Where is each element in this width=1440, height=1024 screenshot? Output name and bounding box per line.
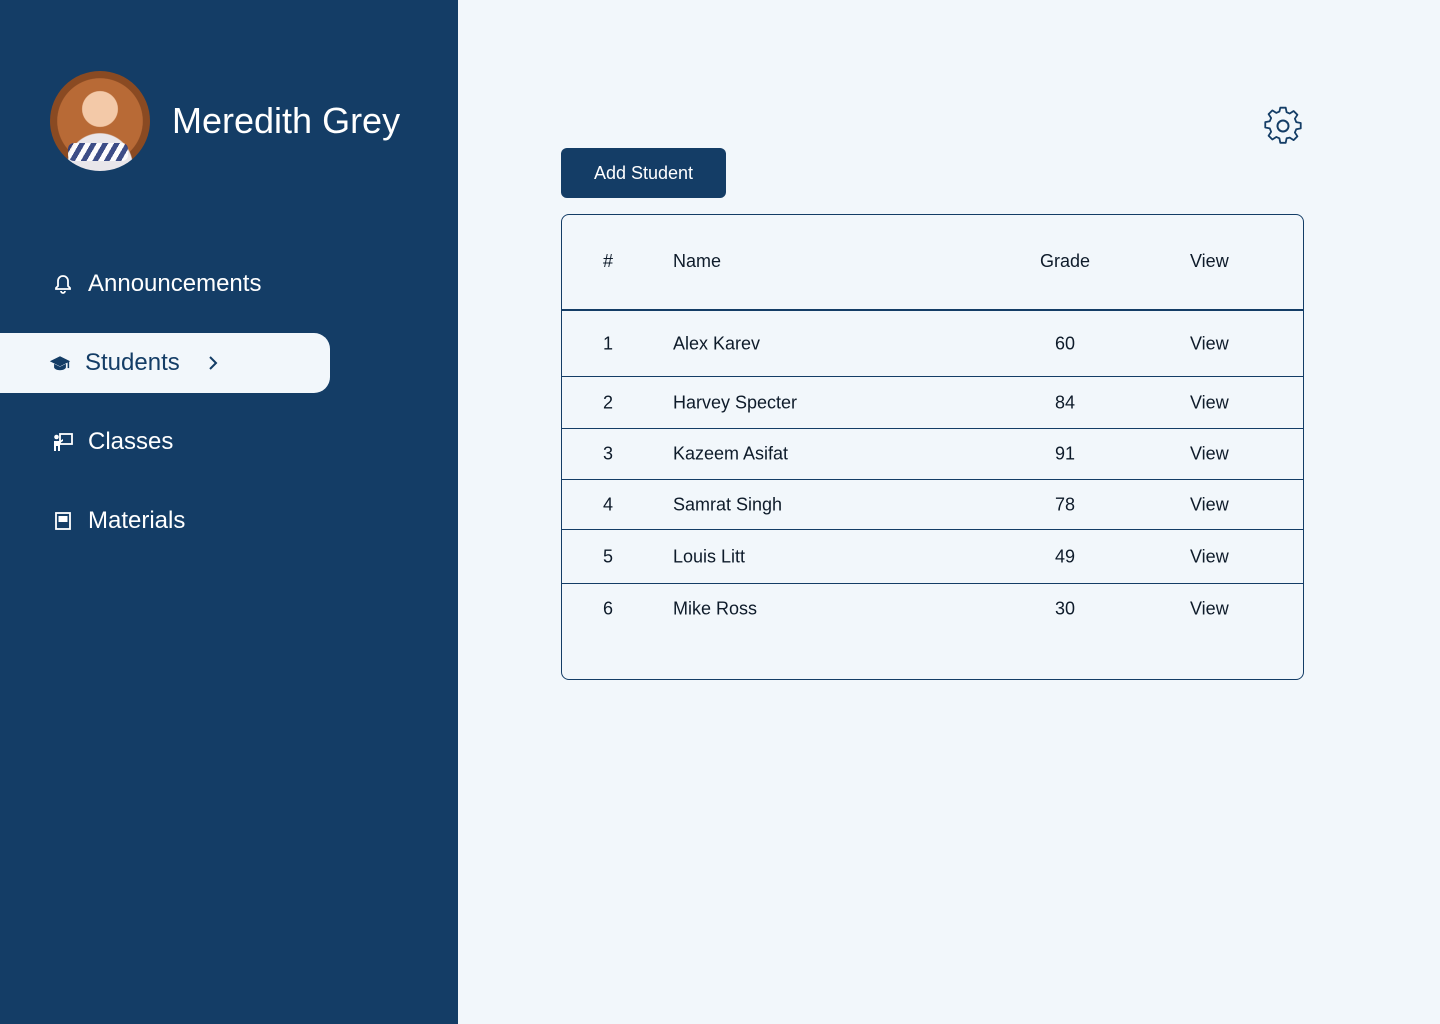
table-row[interactable]: 5 Louis Litt 49 View xyxy=(562,530,1303,584)
row-view-link[interactable]: View xyxy=(1190,494,1229,515)
row-num: 5 xyxy=(602,546,613,566)
column-header-name[interactable]: Name xyxy=(673,251,721,272)
sidebar-item-label: Classes xyxy=(88,428,174,455)
row-num: 1 xyxy=(602,333,613,353)
row-name: Alex Karev xyxy=(673,333,761,353)
table-row[interactable]: 2 Harvey Specter 84 View xyxy=(562,377,1303,429)
sidebar-item-materials[interactable]: Materials xyxy=(0,491,458,551)
add-student-button[interactable]: Add Student xyxy=(561,148,726,198)
table-row[interactable]: 1 Alex Karev 60 View xyxy=(562,311,1303,377)
profile: Meredith Grey xyxy=(50,71,400,171)
students-table: # Name Grade View 1 Alex Karev 60 View 2… xyxy=(561,214,1304,680)
bell-icon xyxy=(52,273,74,295)
book-icon xyxy=(52,510,74,532)
sidebar-nav: Announcements Students Classes Materials xyxy=(0,254,458,570)
avatar[interactable] xyxy=(50,71,150,171)
row-num: 6 xyxy=(602,598,613,619)
table-row[interactable]: 4 Samrat Singh 78 View xyxy=(562,480,1303,530)
table-row[interactable]: 6 Mike Ross 30 View xyxy=(562,584,1303,634)
profile-name: Meredith Grey xyxy=(172,100,401,141)
sidebar-item-label: Students xyxy=(85,349,180,376)
row-name: Louis Litt xyxy=(673,546,746,566)
row-name: Samrat Singh xyxy=(673,494,783,514)
column-header-view: View xyxy=(1190,251,1229,271)
sidebar-item-students[interactable]: Students xyxy=(0,333,330,393)
table-row[interactable]: 3 Kazeem Asifat 91 View xyxy=(562,429,1303,480)
gear-icon[interactable] xyxy=(1263,106,1303,146)
column-header-grade[interactable]: Grade xyxy=(1030,251,1100,272)
row-num: 4 xyxy=(602,494,613,514)
teacher-board-icon xyxy=(52,431,74,453)
row-name: Harvey Specter xyxy=(673,392,798,412)
main-content: Add Student # Name Grade View 1 Alex Kar… xyxy=(458,0,1440,1024)
table-header: # Name Grade View xyxy=(562,215,1303,311)
row-name: Kazeem Asifat xyxy=(673,443,789,464)
row-grade: 30 xyxy=(1054,598,1076,619)
graduation-cap-icon xyxy=(49,352,71,374)
row-num: 3 xyxy=(602,443,613,464)
sidebar: Meredith Grey Announcements Students Cla… xyxy=(0,0,458,1024)
row-num: 2 xyxy=(602,392,613,412)
row-grade: 84 xyxy=(1054,392,1076,412)
row-grade: 49 xyxy=(1054,546,1076,566)
row-view-link[interactable]: View xyxy=(1190,333,1229,354)
chevron-right-icon xyxy=(208,355,218,371)
row-view-link[interactable]: View xyxy=(1190,444,1229,465)
row-name: Mike Ross xyxy=(673,598,758,619)
row-view-link[interactable]: View xyxy=(1190,599,1229,620)
row-grade: 78 xyxy=(1054,494,1076,514)
row-grade: 91 xyxy=(1054,443,1076,464)
sidebar-item-label: Announcements xyxy=(88,270,262,297)
sidebar-item-classes[interactable]: Classes xyxy=(0,412,458,472)
row-view-link[interactable]: View xyxy=(1190,546,1229,567)
sidebar-item-label: Materials xyxy=(88,507,186,534)
row-grade: 60 xyxy=(1054,333,1076,353)
row-view-link[interactable]: View xyxy=(1190,392,1229,413)
sidebar-item-announcements[interactable]: Announcements xyxy=(0,254,458,314)
column-header-num: # xyxy=(602,251,613,271)
